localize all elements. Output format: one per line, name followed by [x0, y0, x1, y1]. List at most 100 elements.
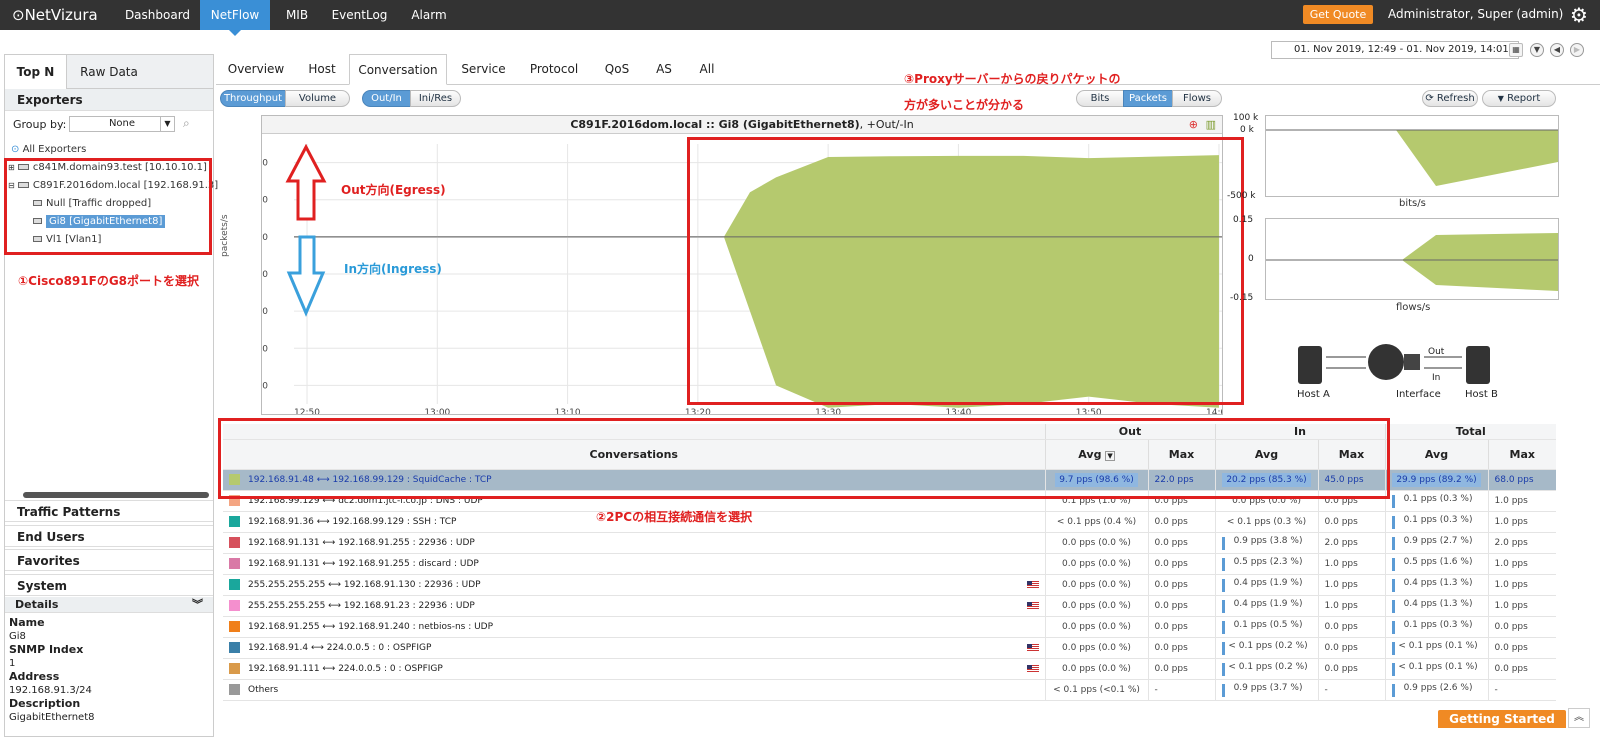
- nav-dashboard[interactable]: Dashboard: [120, 0, 195, 30]
- search-icon[interactable]: ⌕: [183, 116, 190, 131]
- report-button[interactable]: ▼ Report: [1482, 90, 1556, 107]
- out-max-value: 0.0 pps: [1154, 621, 1188, 632]
- system-section[interactable]: System: [5, 574, 213, 596]
- conversation-cell[interactable]: 192.168.91.4 ⟷ 224.0.0.5 : 0 : OSPFIGP: [223, 637, 1045, 659]
- refresh-button[interactable]: ⟳ Refresh: [1422, 90, 1478, 107]
- host-a-label: Host A: [1297, 389, 1330, 400]
- chart-type-icon[interactable]: ▥: [1206, 116, 1216, 134]
- out-avg-value: 0.0 pps (0.0 %): [1062, 663, 1131, 674]
- end-users-section[interactable]: End Users: [5, 525, 213, 547]
- conversation-cell[interactable]: Others: [223, 679, 1045, 701]
- conversation-cell[interactable]: 192.168.91.111 ⟷ 224.0.0.5 : 0 : OSPFIGP: [223, 658, 1045, 680]
- conversation-cell[interactable]: 192.168.91.255 ⟷ 192.168.91.240 : netbio…: [223, 616, 1045, 638]
- tab-service[interactable]: Service: [456, 54, 511, 85]
- volume-toggle[interactable]: Volume: [285, 90, 350, 107]
- total-avg-cell: 29.9 pps (89.2 %): [1384, 469, 1489, 491]
- out-max-value: 0.0 pps: [1154, 600, 1188, 611]
- total-avg-cell: 0.4 pps (1.3 %): [1384, 595, 1489, 617]
- out-max-cell: 0.0 pps: [1147, 574, 1216, 596]
- out-avg-value: < 0.1 pps (<0.1 %): [1053, 684, 1140, 695]
- nav-alarm[interactable]: Alarm: [404, 0, 454, 30]
- chevron-up-icon[interactable]: ︽: [1568, 708, 1590, 728]
- exporters-header[interactable]: Exporters: [5, 89, 213, 111]
- in-avg-cell: 0.4 pps (1.9 %): [1214, 595, 1319, 617]
- table-row[interactable]: 192.168.91.131 ⟷ 192.168.91.255 : discar…: [223, 553, 1557, 575]
- nav-netflow[interactable]: NetFlow: [200, 0, 270, 36]
- in-avg-cell: < 0.1 pps (0.2 %): [1214, 658, 1319, 680]
- flows-toggle[interactable]: Flows: [1172, 90, 1222, 107]
- getting-started-button[interactable]: Getting Started: [1438, 710, 1566, 728]
- tab-raw-data[interactable]: Raw Data: [67, 55, 151, 89]
- total-avg-value: 0.4 pps (1.3 %): [1403, 598, 1473, 609]
- app-logo[interactable]: ⊙NetVizura: [12, 6, 98, 24]
- total-avg-value: 0.9 pps (2.6 %): [1403, 682, 1473, 693]
- get-quote-button[interactable]: Get Quote: [1303, 5, 1373, 24]
- ini-res-toggle[interactable]: Ini/Res: [410, 90, 461, 107]
- total-max-cell: 2.0 pps: [1487, 532, 1557, 554]
- chevron-double-down-icon[interactable]: ︾: [192, 597, 203, 613]
- tab-overview[interactable]: Overview: [222, 54, 290, 85]
- tree-all-exporters[interactable]: ⊙ All Exporters: [11, 144, 86, 155]
- throughput-toggle[interactable]: Throughput: [220, 90, 286, 107]
- bits-toggle[interactable]: Bits: [1076, 90, 1124, 107]
- total-avg-cell: < 0.1 pps (0.1 %): [1384, 658, 1489, 680]
- table-row[interactable]: Others < 0.1 pps (<0.1 %) - 0.9 pps (3.7 %)…: [223, 679, 1557, 701]
- table-row[interactable]: 192.168.91.4 ⟷ 224.0.0.5 : 0 : OSPFIGP 0.…: [223, 637, 1557, 659]
- nav-mib[interactable]: MIB: [276, 0, 318, 30]
- conversation-name: 192.168.91.36 ⟷ 192.168.99.129 : SSH : T…: [248, 517, 457, 527]
- conversation-cell[interactable]: 255.255.255.255 ⟷ 192.168.91.130 : 22936…: [223, 574, 1045, 596]
- horizontal-scrollbar[interactable]: [23, 492, 209, 498]
- tab-top-n[interactable]: Top N: [5, 55, 67, 89]
- in-avg-value: < 0.1 pps (0.2 %): [1228, 640, 1308, 651]
- header-total-avg[interactable]: Avg: [1384, 439, 1489, 470]
- details-section[interactable]: Details ︾: [5, 597, 213, 613]
- conversation-cell[interactable]: 255.255.255.255 ⟷ 192.168.91.23 : 22936 …: [223, 595, 1045, 617]
- zoom-icon[interactable]: ⊕: [1189, 116, 1198, 134]
- in-avg-value: 0.9 pps (3.8 %): [1233, 535, 1303, 546]
- out-avg-value: 0.0 pps (0.0 %): [1062, 621, 1131, 632]
- us-flag-icon: [1026, 602, 1039, 610]
- total-avg-value: 0.1 pps (0.3 %): [1403, 493, 1473, 504]
- traffic-patterns-section[interactable]: Traffic Patterns: [5, 500, 213, 522]
- y-tick-label: -40: [262, 381, 268, 391]
- user-menu[interactable]: Administrator, Super (admin): [1388, 7, 1563, 21]
- flows-chart[interactable]: [1265, 218, 1559, 300]
- conversation-cell[interactable]: 192.168.91.131 ⟷ 192.168.91.255 : discar…: [223, 553, 1045, 575]
- packets-toggle[interactable]: Packets: [1123, 90, 1173, 107]
- x-tick-label: 13:20: [685, 408, 711, 414]
- table-row[interactable]: 192.168.91.111 ⟷ 224.0.0.5 : 0 : OSPFIGP…: [223, 658, 1557, 680]
- table-row[interactable]: 255.255.255.255 ⟷ 192.168.91.130 : 22936…: [223, 574, 1557, 596]
- header-total-max[interactable]: Max: [1487, 439, 1557, 470]
- in-max-cell: 1.0 pps: [1317, 553, 1386, 575]
- series-color-swatch: [229, 600, 240, 611]
- out-avg-cell: < 0.1 pps (<0.1 %): [1044, 679, 1148, 701]
- tab-as[interactable]: AS: [648, 54, 680, 85]
- favorites-section[interactable]: Favorites: [5, 549, 213, 571]
- bits-chart[interactable]: [1265, 115, 1559, 197]
- table-row[interactable]: 255.255.255.255 ⟷ 192.168.91.23 : 22936 …: [223, 595, 1557, 617]
- share-bar: [1221, 557, 1225, 571]
- out-in-toggle[interactable]: Out/In: [362, 90, 411, 107]
- gear-icon[interactable]: ⚙: [1567, 4, 1591, 26]
- in-avg-cell: < 0.1 pps (0.3 %): [1214, 511, 1319, 533]
- share-bar: [1221, 599, 1225, 613]
- table-row[interactable]: 192.168.91.36 ⟷ 192.168.99.129 : SSH : T…: [223, 511, 1557, 533]
- annotation-3-line1: ③Proxyサーバーからの戻りパケットの: [904, 72, 1121, 86]
- tab-all[interactable]: All: [692, 54, 722, 85]
- total-max-cell: 1.0 pps: [1487, 511, 1557, 533]
- table-row[interactable]: 192.168.91.131 ⟷ 192.168.91.255 : 22936 …: [223, 532, 1557, 554]
- router-icon: [1368, 344, 1404, 380]
- nav-eventlog[interactable]: EventLog: [327, 0, 392, 30]
- tab-protocol[interactable]: Protocol: [523, 54, 585, 85]
- table-row[interactable]: 192.168.91.255 ⟷ 192.168.91.240 : netbio…: [223, 616, 1557, 638]
- tab-host[interactable]: Host: [300, 54, 344, 85]
- tab-qos[interactable]: QoS: [598, 54, 636, 85]
- flows-tick: 0: [1248, 254, 1254, 264]
- total-avg-cell: < 0.1 pps (0.1 %): [1384, 637, 1489, 659]
- group-by-select[interactable]: None ▼: [69, 116, 175, 132]
- out-direction-label: Out方向(Egress): [341, 183, 446, 197]
- share-bar: [1391, 620, 1395, 634]
- conversation-cell[interactable]: 192.168.91.131 ⟷ 192.168.91.255 : 22936 …: [223, 532, 1045, 554]
- total-avg-value: < 0.1 pps (0.1 %): [1398, 661, 1478, 672]
- tab-conversation[interactable]: Conversation: [349, 54, 447, 85]
